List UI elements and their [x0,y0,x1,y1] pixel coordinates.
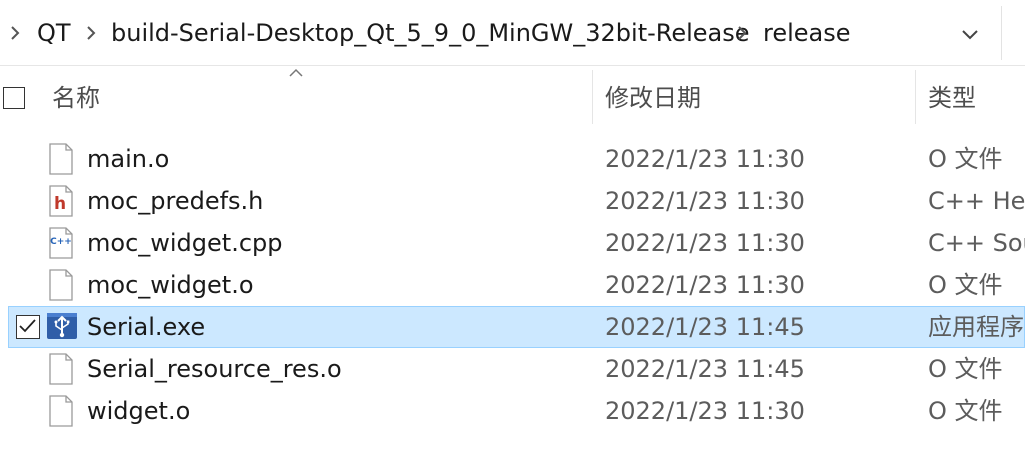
breadcrumb-qt[interactable]: QT [37,17,71,49]
column-header-name[interactable]: 名称 [52,81,100,115]
chevron-down-icon[interactable] [958,24,982,44]
chevron-right-icon[interactable] [731,22,753,44]
chevron-right-icon[interactable] [4,22,26,44]
file-name[interactable]: Serial_resource_res.o [87,353,342,385]
file-type: O 文件 [928,145,1003,173]
breadcrumb-build-folder[interactable]: build-Serial-Desktop_Qt_5_9_0_MinGW_32bi… [111,17,750,49]
usb-exe-icon [47,313,77,339]
file-type: C++ Sou [928,229,1025,257]
file-type: O 文件 [928,355,1003,383]
file-date: 2022/1/23 11:45 [605,355,805,383]
file-name[interactable]: moc_widget.cpp [87,227,283,259]
cpp-file-icon: C++ [49,227,73,259]
file-date: 2022/1/23 11:30 [605,271,805,299]
file-name[interactable]: moc_predefs.h [87,185,263,217]
column-header-type[interactable]: 类型 [928,81,976,115]
file-name[interactable]: Serial.exe [87,311,205,343]
file-type: C++ Hea [928,187,1025,215]
blank-file-icon [49,353,73,385]
svg-text:h: h [54,194,66,214]
file-name[interactable]: widget.o [87,395,190,427]
blank-file-icon [49,143,73,175]
header-file-icon: h [49,185,73,217]
file-type: O 文件 [928,397,1003,425]
toolbar-divider [1001,6,1002,60]
address-bar[interactable]: QT build-Serial-Desktop_Qt_5_9_0_MinGW_3… [0,0,1025,66]
svg-text:C++: C++ [50,237,72,247]
column-header-date[interactable]: 修改日期 [605,81,701,115]
file-date: 2022/1/23 11:30 [605,229,805,257]
file-date: 2022/1/23 11:30 [605,397,805,425]
file-type: 应用程序 [928,313,1024,341]
column-resize-handle[interactable] [915,70,916,124]
blank-file-icon [49,395,73,427]
column-resize-handle[interactable] [592,70,593,124]
select-all-checkbox[interactable] [3,87,25,109]
sort-ascending-icon [289,68,303,77]
file-date: 2022/1/23 11:30 [605,145,805,173]
column-header [0,66,1025,126]
file-name[interactable]: moc_widget.o [87,269,254,301]
blank-file-icon [49,269,73,301]
file-date: 2022/1/23 11:45 [605,313,805,341]
row-checkbox[interactable] [16,315,40,339]
file-type: O 文件 [928,271,1003,299]
file-name[interactable]: main.o [87,143,169,175]
breadcrumb-release[interactable]: release [763,17,851,49]
chevron-right-icon[interactable] [80,22,102,44]
file-date: 2022/1/23 11:30 [605,187,805,215]
checkmark-icon [19,319,36,333]
